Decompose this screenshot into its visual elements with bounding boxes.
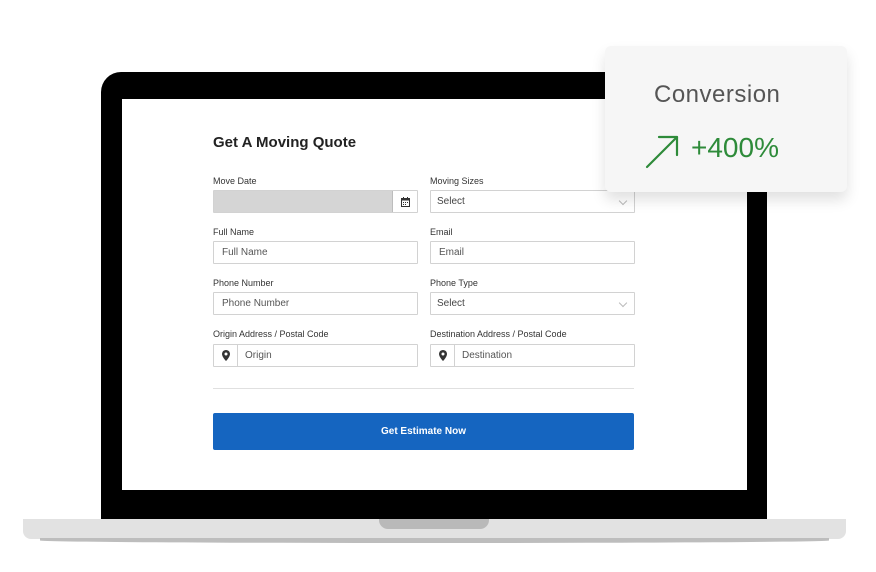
origin-field: [213, 344, 418, 367]
form-title: Get A Moving Quote: [213, 134, 357, 151]
phone-number-input[interactable]: [214, 293, 417, 314]
moving-sizes-value: Select: [437, 196, 465, 207]
move-date-label: Move Date: [213, 176, 257, 186]
conversion-label: Conversion: [654, 81, 781, 108]
move-date-field[interactable]: [213, 190, 418, 213]
destination-field: [430, 344, 635, 367]
phone-type-value: Select: [437, 298, 465, 309]
full-name-field: [213, 241, 418, 264]
moving-sizes-label: Moving Sizes: [430, 176, 484, 186]
chevron-down-icon: [618, 298, 628, 308]
form-divider: [213, 388, 634, 389]
calendar-button[interactable]: [392, 191, 417, 212]
email-label: Email: [430, 227, 453, 237]
phone-type-select[interactable]: Select: [430, 292, 635, 315]
map-pin-icon: [221, 350, 230, 361]
full-name-input[interactable]: [214, 242, 417, 263]
get-estimate-button[interactable]: Get Estimate Now: [213, 413, 634, 450]
phone-number-label: Phone Number: [213, 278, 274, 288]
email-field: [430, 241, 635, 264]
full-name-label: Full Name: [213, 227, 255, 237]
phone-type-label: Phone Type: [430, 278, 478, 288]
destination-label: Destination Address / Postal Code: [430, 329, 567, 339]
origin-pin: [214, 345, 238, 366]
conversion-card: Conversion +400%: [605, 46, 847, 192]
arrow-up-right-icon: [645, 135, 679, 169]
email-input[interactable]: [431, 242, 634, 263]
destination-pin: [431, 345, 455, 366]
laptop-base-shadow: [40, 538, 829, 543]
conversion-value: +400%: [691, 132, 779, 163]
laptop-notch: [379, 519, 489, 529]
origin-label: Origin Address / Postal Code: [213, 329, 329, 339]
moving-sizes-select[interactable]: Select: [430, 190, 635, 213]
map-pin-icon: [438, 350, 447, 361]
phone-number-field: [213, 292, 418, 315]
destination-input[interactable]: [431, 345, 634, 366]
origin-input[interactable]: [214, 345, 417, 366]
chevron-down-icon: [618, 196, 628, 206]
calendar-icon: [400, 196, 410, 207]
